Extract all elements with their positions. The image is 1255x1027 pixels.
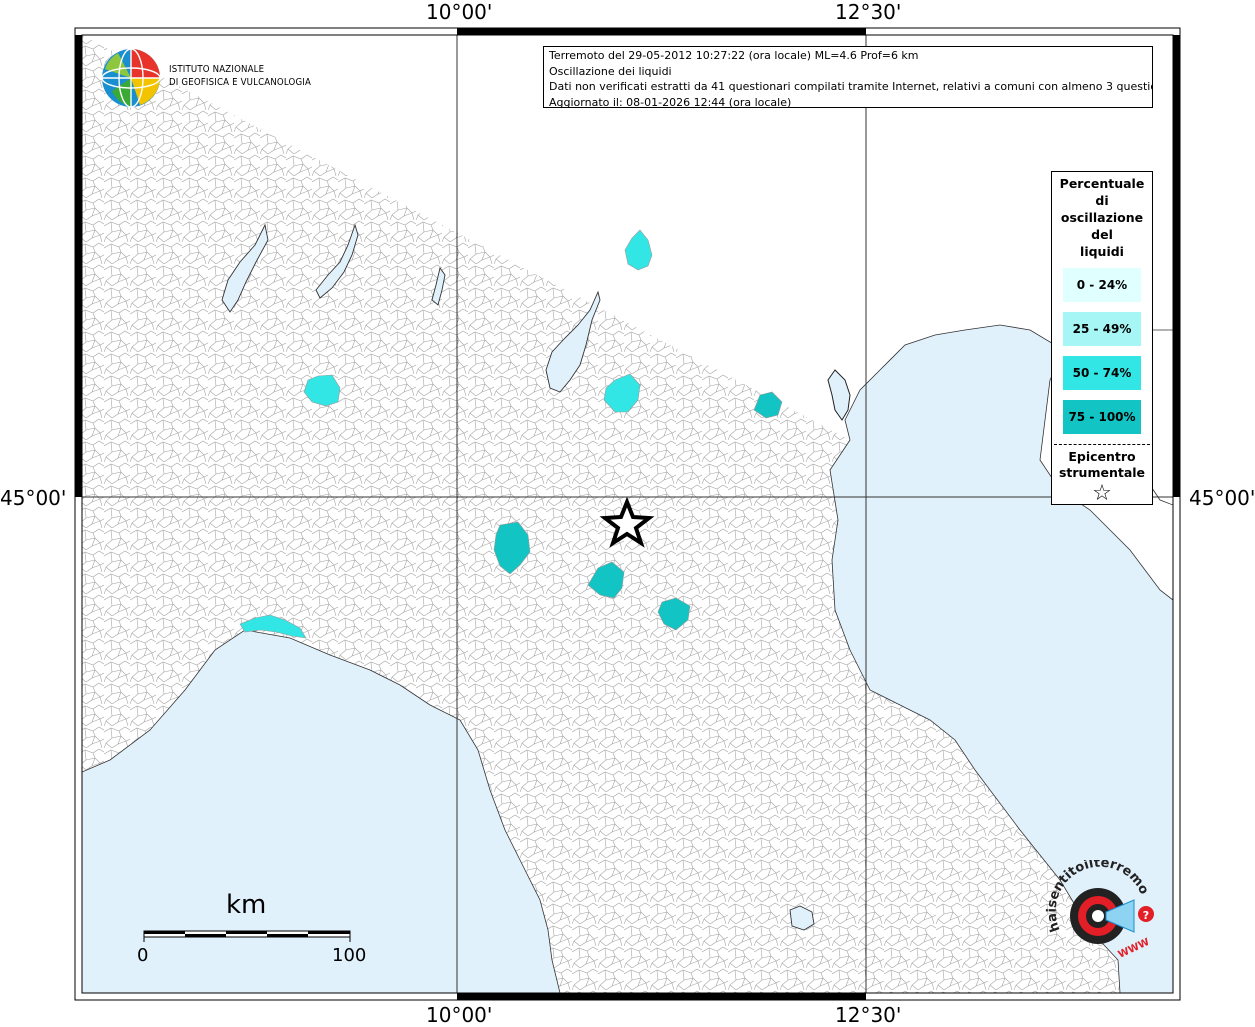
scale-bar: km 0 100 [130,890,380,970]
legend-title-line1: Percentuale [1059,176,1145,191]
legend-item-75-100: 75 - 100% [1063,400,1141,434]
legend-title-line2: di [1095,193,1109,208]
hsit-logo: ? haisentitoilterremoto.it WWW [1038,849,1162,972]
lon-label-top-10: 10°00' [426,0,493,24]
legend-separator [1054,444,1150,445]
frame-segment-left [75,35,82,497]
ingv-globe-icon [101,48,161,108]
legend-epicenter: Epicentro strumentale ☆ [1052,447,1152,507]
map-subject: Oscillazione dei liquidi [549,64,672,78]
legend-epicenter-label2: strumentale [1058,465,1146,480]
lon-label-bottom-10: 10°00' [426,1003,493,1027]
scale-min-label: 0 [137,945,149,966]
frame-segment-top [457,28,866,35]
update-timestamp: Aggiornato il: 08-01-2026 12:44 (ora loc… [549,95,792,108]
star-outline-icon: ☆ [1092,481,1112,506]
ingv-name-line1: ISTITUTO NAZIONALE [169,64,265,75]
frame-segment-bottom [457,993,866,1000]
ingv-name-line2: DI GEOFISICA E VULCANOLOGIA [169,77,312,88]
lon-label-top-12-30: 12°30' [835,0,902,24]
frame-segment-right [1173,35,1180,497]
legend-title: Percentuale di oscillazione del liquidi [1052,172,1152,260]
hsit-logo-graphic: ? haisentitoilterremoto.it WWW [1038,849,1154,961]
scale-unit: km [226,890,267,920]
ingv-logo: ISTITUTO NAZIONALE DI GEOFISICA E VULCAN… [100,47,315,111]
legend-item-25-49: 25 - 49% [1063,312,1141,346]
hsit-mark: ? [1143,909,1149,922]
lon-label-bottom-12-30: 12°30' [835,1003,902,1027]
legend-title-line5: liquidi [1080,244,1124,259]
legend-title-line4: del [1091,227,1113,242]
legend-item-50-74: 50 - 74% [1063,356,1141,390]
scale-max-label: 100 [332,945,367,966]
legend-epicenter-label1: Epicentro [1068,449,1136,464]
data-disclaimer: Dati non verificati estratti da 41 quest… [549,80,1153,93]
hsit-www: WWW [1117,937,1152,961]
event-info-box: Terremoto del 29-05-2012 10:27:22 (ora l… [543,46,1153,108]
legend-item-0-24: 0 - 24% [1063,268,1141,302]
legend-panel: Percentuale di oscillazione del liquidi … [1051,171,1153,507]
event-title: Terremoto del 29-05-2012 10:27:22 (ora l… [549,49,919,62]
lat-label-right-45: 45°00' [1189,486,1255,510]
lat-label-left-45: 45°00' [0,486,67,510]
legend-title-line3: oscillazione [1060,210,1144,225]
